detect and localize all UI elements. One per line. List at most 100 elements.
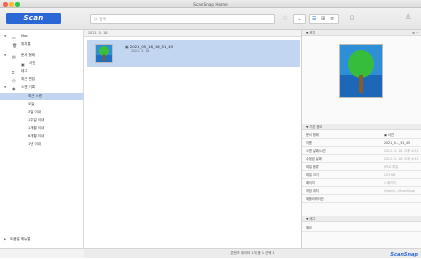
app-window: ScanSnap Home Scan Q- 검색 ☆ ⌄ ☰ ⊞ ≡ ▢ ♙ ▼… (0, 0, 421, 258)
sidebar-item-label: 1주일 이내 (28, 118, 45, 122)
list-item[interactable]: ▣ 2021_05_18_16_51_45 2021. 5. 18. (87, 40, 300, 67)
computer-icon: ▭ (12, 35, 16, 40)
sidebar-item-label: 문서 형태 (21, 53, 35, 57)
tree-preview-image (340, 45, 382, 97)
info-row-file-size: 파일 크기 223 KB (302, 171, 421, 179)
sidebar-item-label: 도움말 메뉴얼 (10, 237, 31, 241)
expand-arrow-icon[interactable]: ▼ (4, 52, 6, 59)
document-preview[interactable] (339, 44, 383, 98)
list-view-icon[interactable]: ☰ (312, 15, 316, 23)
info-value: JPEG 파일 (384, 165, 399, 169)
account-icon[interactable]: ♙ (405, 13, 411, 21)
info-key: 이름 (306, 141, 312, 145)
info-row-modified-date: 수정된 날짜 2021. 5. 18. 오후 4:51 (302, 155, 421, 163)
preview-header[interactable]: ▼ 보기 ⊕ ··· (302, 30, 421, 36)
info-key: 스캔 날짜/시간 (306, 149, 326, 153)
sidebar-item-today[interactable]: 오늘 (0, 101, 84, 108)
info-row-scan-date: 스캔 날짜/시간 2021. 5. 18. 오후 4:51 (302, 147, 421, 155)
status-bar: 콘텐츠 데이터 1개 중 1 선택 1 ScanSnap (84, 248, 421, 258)
sidebar-item-scan-history[interactable]: ▼ ◉ 스캔 기록 (0, 84, 84, 91)
sidebar-item-label: 1년 이내 (28, 142, 41, 146)
content-list: 2021. 5. 18. ▣ 2021_05_18_16_51_45 2021.… (84, 30, 301, 248)
scansnap-logo: ScanSnap (390, 251, 418, 258)
info-value: 2021. 5. 18. 오후 4:51 (384, 149, 419, 153)
zoom-icon[interactable]: ⊕ ··· (412, 30, 419, 36)
clock-icon: ◷ (12, 78, 16, 83)
info-value[interactable]: 2021_0..._51_45 (384, 139, 421, 147)
sidebar-item-1-month[interactable]: 1개월 이내 (0, 125, 84, 132)
preview-header-label: 보기 (309, 31, 316, 35)
sidebar-item-mac[interactable]: ▼ ▭ Mac (0, 33, 84, 40)
panel-toggle-icon[interactable]: ▢ (347, 14, 357, 24)
tags-header-label: 태그 (309, 217, 316, 221)
search-placeholder: Q- 검색 (94, 17, 106, 21)
info-value: 1 페이지 (384, 181, 396, 185)
tags-header[interactable]: ▼ 태그 (302, 216, 421, 222)
info-key: 페이지 (306, 181, 315, 185)
favorite-star-icon[interactable]: ☆ (282, 14, 288, 22)
window-title: ScanSnap Home (193, 1, 228, 7)
info-key: 파일 종류 (306, 165, 319, 169)
sidebar-item-recent-scans[interactable]: 최근 스캔 (0, 93, 84, 100)
info-row-doc-type: 문서 형태 ▣ 사진 (302, 131, 421, 139)
sidebar-item-1-year[interactable]: 1년 이내 (0, 141, 84, 148)
sidebar-item-3-days[interactable]: 3일 이내 (0, 109, 84, 116)
info-key: 애플리케이션 (306, 197, 324, 201)
sidebar-item-label: 오늘 (28, 102, 35, 106)
sidebar-item-label: 3일 이내 (28, 110, 41, 114)
info-value: /Users/.../ScanSnap (384, 189, 415, 193)
expand-arrow-icon[interactable]: ▼ (4, 33, 6, 40)
sidebar-item-label: 휴지통 (21, 42, 31, 46)
sidebar-help-manual[interactable]: ▶ 도움말 메뉴얼 (0, 236, 84, 243)
scan-button[interactable]: Scan (6, 13, 61, 24)
sidebar: ▼ ▭ Mac 🗑 휴지통 ▼ ▤ 문서 형태 ▣ 사진 ⌗ 태그 ◷ 최근 편집 ▼ ◉ 스캔 기… (0, 30, 84, 248)
tree-image-icon (96, 45, 112, 62)
view-options-button[interactable]: ⌄ (293, 14, 306, 24)
grid-view-icon[interactable]: ⊞ (321, 15, 325, 23)
info-key: 파일 크기 (306, 173, 319, 177)
sidebar-item-photo[interactable]: ▣ 사진 (0, 60, 84, 67)
sidebar-item-6-months[interactable]: 6개월 이내 (0, 133, 84, 140)
info-header[interactable]: ▼ 기본 정보 (302, 124, 421, 130)
sidebar-item-label: 최근 스캔 (28, 94, 42, 98)
expand-arrow-icon[interactable]: ▼ (4, 84, 6, 91)
details-panel: ▼ 보기 ⊕ ··· ▼ 기본 정보 문서 형태 ▣ 사진 이름 2021_0...… (301, 30, 421, 248)
photo-icon: ▣ (21, 62, 25, 67)
view-mode-selector[interactable]: ☰ ⊞ ≡ (309, 14, 339, 24)
info-header-label: 기본 정보 (309, 125, 323, 129)
compact-view-icon[interactable]: ≡ (330, 15, 334, 23)
toolbar: Scan Q- 검색 ☆ ⌄ ☰ ⊞ ≡ ▢ ♙ (0, 8, 421, 30)
info-key: 수정된 날짜 (306, 157, 322, 161)
info-value[interactable]: ▣ 사진 (384, 131, 421, 139)
sidebar-item-tags[interactable]: ⌗ 태그 (0, 68, 84, 75)
sidebar-item-label: Mac (21, 34, 29, 38)
info-value: 2021. 5. 18. 오후 4:51 (384, 157, 419, 161)
sidebar-item-label: 1개월 이내 (28, 126, 45, 130)
status-text: 콘텐츠 데이터 1개 중 1 선택 1 (230, 251, 275, 255)
info-key: 저장 위치 (306, 189, 319, 193)
sidebar-item-label: 태그 (21, 69, 28, 73)
sidebar-item-1-week[interactable]: 1주일 이내 (0, 117, 84, 124)
info-row-file-type: 파일 종류 JPEG 파일 (302, 163, 421, 171)
memo-row[interactable]: 메모 (302, 224, 421, 232)
document-date: 2021. 5. 18. (131, 49, 151, 53)
sidebar-item-recent-edits[interactable]: ◷ 최근 편집 (0, 76, 84, 83)
info-row-name: 이름 2021_0..._51_45 (302, 139, 421, 147)
document-icon: ▤ (12, 54, 16, 59)
info-row-location: 저장 위치/Users/.../ScanSnap (302, 187, 421, 195)
info-row-pages: 페이지 1 페이지 (302, 179, 421, 187)
document-thumbnail[interactable] (95, 44, 113, 63)
sidebar-item-label: 사진 (29, 61, 36, 65)
search-input[interactable]: Q- 검색 (90, 14, 275, 24)
title-bar: ScanSnap Home (0, 0, 421, 8)
expand-arrow-icon[interactable]: ▶ (4, 236, 6, 243)
info-key: 문서 형태 (306, 133, 319, 137)
sidebar-item-trash[interactable]: 🗑 휴지통 (0, 41, 84, 48)
memo-label: 메모 (306, 226, 312, 230)
info-value-text: 사진 (388, 133, 394, 137)
list-group-header: 2021. 5. 18. (84, 30, 301, 37)
sidebar-item-document-type[interactable]: ▼ ▤ 문서 형태 (0, 52, 84, 59)
sidebar-item-label: 스캔 기록 (21, 85, 35, 89)
tag-icon: ⌗ (12, 70, 15, 75)
info-row-application: 애플리케이션 (302, 195, 421, 203)
